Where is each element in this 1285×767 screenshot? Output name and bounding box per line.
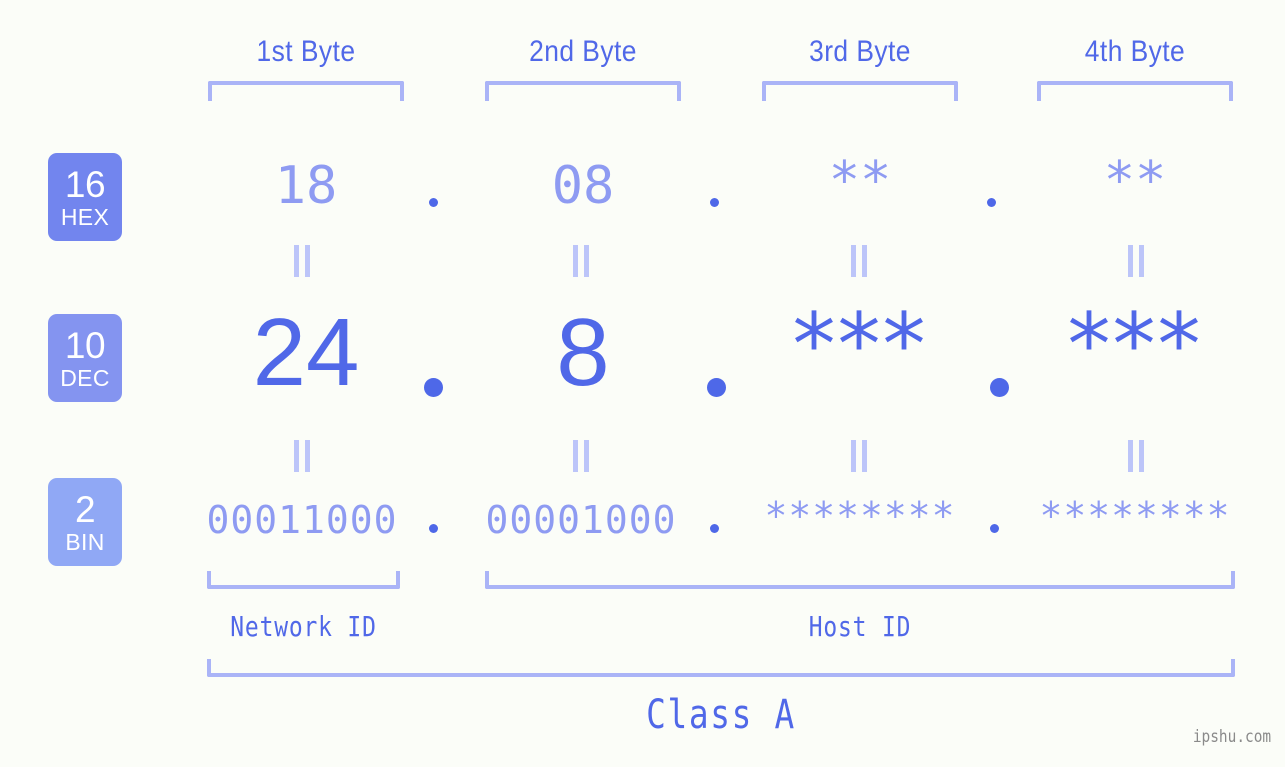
bin-separator-3: [990, 524, 999, 533]
ip-address-breakdown-diagram: 1st Byte 2nd Byte 3rd Byte 4th Byte 16 H…: [0, 0, 1285, 767]
hex-separator-3: [987, 198, 996, 207]
base-badge-hex-name: HEX: [60, 203, 110, 230]
base-badge-bin-number: 2: [74, 488, 96, 530]
dec-byte-2: 8: [556, 299, 610, 406]
base-badge-hex-number: 16: [64, 163, 106, 205]
equals-mark-hex-dec-4: [1128, 245, 1144, 277]
equals-mark-dec-bin-3: [851, 440, 867, 472]
byte-header-3: 3rd Byte: [809, 35, 911, 68]
base-badge-hex: 16 HEX: [48, 153, 122, 241]
byte-bracket-top-2: [485, 81, 681, 101]
base-badge-bin: 2 BIN: [48, 478, 122, 566]
dec-byte-4: ***: [1067, 295, 1203, 395]
class-label: Class A: [646, 692, 796, 738]
equals-mark-hex-dec-3: [851, 245, 867, 277]
base-badge-bin-name: BIN: [65, 528, 105, 555]
base-badge-dec-number: 10: [64, 324, 106, 366]
hex-byte-4: **: [1103, 151, 1167, 211]
dec-byte-3: ***: [792, 295, 928, 395]
dec-separator-1: [424, 378, 443, 397]
dec-separator-2: [707, 378, 726, 397]
equals-mark-hex-dec-2: [573, 245, 589, 277]
byte-bracket-top-4: [1037, 81, 1233, 101]
base-badge-dec-name: DEC: [60, 364, 110, 391]
bin-byte-4: ********: [1039, 494, 1231, 538]
byte-bracket-top-1: [208, 81, 404, 101]
equals-mark-dec-bin-2: [573, 440, 589, 472]
base-badge-dec: 10 DEC: [48, 314, 122, 402]
hex-separator-2: [710, 198, 719, 207]
bin-byte-3: ********: [764, 494, 956, 538]
dec-byte-1: 24: [252, 299, 360, 406]
byte-header-4: 4th Byte: [1084, 35, 1186, 68]
bin-separator-2: [710, 524, 719, 533]
equals-mark-dec-bin-4: [1128, 440, 1144, 472]
equals-mark-hex-dec-1: [294, 245, 310, 277]
bin-separator-1: [429, 524, 438, 533]
byte-bracket-top-3: [762, 81, 958, 101]
bin-byte-2: 00001000: [485, 498, 677, 542]
class-bracket: [207, 659, 1235, 677]
network-id-label: Network ID: [230, 610, 377, 643]
network-id-bracket: [207, 571, 400, 589]
host-id-bracket: [485, 571, 1235, 589]
hex-byte-1: 18: [274, 156, 338, 216]
hex-separator-1: [429, 198, 438, 207]
site-watermark: ipshu.com: [1192, 727, 1271, 747]
hex-byte-2: 08: [551, 156, 615, 216]
byte-header-1: 1st Byte: [256, 35, 356, 68]
hex-byte-3: **: [828, 151, 892, 211]
dec-separator-3: [990, 378, 1009, 397]
bin-byte-1: 00011000: [206, 498, 398, 542]
byte-header-2: 2nd Byte: [529, 35, 637, 68]
host-id-label: Host ID: [808, 610, 912, 643]
equals-mark-dec-bin-1: [294, 440, 310, 472]
